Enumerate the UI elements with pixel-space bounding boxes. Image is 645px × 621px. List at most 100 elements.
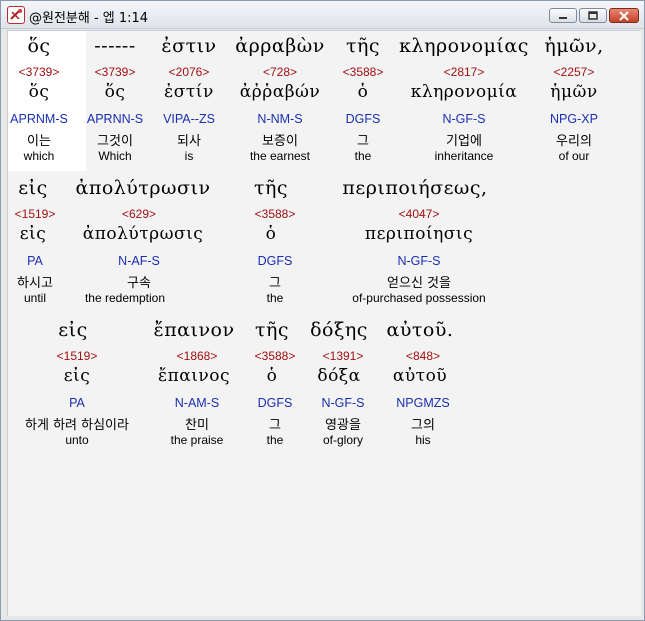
strong-number[interactable]: <3739> bbox=[95, 65, 136, 79]
greek-word[interactable]: εἰς bbox=[18, 177, 47, 199]
parsing-code: N-GF-S bbox=[397, 254, 441, 268]
greek-word[interactable]: δόξης bbox=[310, 319, 368, 341]
english-gloss: of-glory bbox=[322, 433, 364, 447]
korean-gloss: 영광을 bbox=[325, 418, 361, 433]
korean-gloss: 하게 하려 하심이라 bbox=[25, 418, 129, 433]
korean-gloss: 기업에 bbox=[446, 134, 482, 149]
parsing-code: DGFS bbox=[257, 254, 293, 268]
strong-number[interactable]: <1391> bbox=[323, 349, 364, 363]
korean-gloss: 우리의 bbox=[556, 134, 592, 149]
minimize-button[interactable] bbox=[549, 8, 577, 23]
parsing-code: DGFS bbox=[345, 112, 381, 126]
english-gloss: the redemption bbox=[84, 291, 166, 305]
korean-gloss: 그것이 bbox=[97, 134, 133, 149]
lemma: ἐστίν bbox=[164, 82, 214, 102]
app-window: @원전분해 - 엡 1:14 ὅς <3739> ὅς APRNM-S 이는 w… bbox=[0, 0, 645, 621]
lemma: ἔπαινος bbox=[157, 366, 231, 386]
maximize-button[interactable] bbox=[579, 8, 607, 23]
korean-gloss: 하시고 bbox=[17, 276, 53, 291]
korean-gloss: 그 bbox=[357, 134, 369, 149]
english-gloss: Which bbox=[98, 149, 132, 163]
greek-word[interactable]: εἰς bbox=[58, 319, 87, 341]
korean-gloss: 그 bbox=[269, 418, 281, 433]
lemma: εἰς bbox=[63, 366, 91, 386]
parsing-code: DGFS bbox=[257, 396, 293, 410]
lemma: ἡμῶν bbox=[550, 82, 598, 102]
english-gloss: the earnest bbox=[249, 149, 311, 163]
strong-number[interactable]: <728> bbox=[263, 65, 297, 79]
maximize-icon bbox=[588, 11, 598, 20]
greek-word[interactable]: ἡμῶν, bbox=[544, 35, 603, 57]
english-gloss: the bbox=[266, 433, 284, 447]
strong-number[interactable]: <2817> bbox=[444, 65, 485, 79]
app-logo-icon bbox=[7, 6, 25, 24]
parsing-code: N-NM-S bbox=[257, 112, 303, 126]
greek-word[interactable]: ἐστιν bbox=[161, 35, 216, 57]
parsing-code: N-GF-S bbox=[442, 112, 486, 126]
parsing-code: NPGMZS bbox=[396, 396, 450, 410]
strong-number[interactable]: <848> bbox=[406, 349, 440, 363]
lemma: ὅς bbox=[104, 82, 126, 102]
korean-gloss: 보증이 bbox=[262, 134, 298, 149]
greek-word[interactable]: ἀπολύτρωσιν bbox=[76, 177, 211, 199]
english-gloss: of our bbox=[558, 149, 590, 163]
greek-word[interactable]: αὐτοῦ. bbox=[387, 319, 454, 341]
title-bar[interactable]: @원전분해 - 엡 1:14 bbox=[1, 1, 644, 29]
close-button[interactable] bbox=[609, 8, 639, 23]
strong-number[interactable]: <3588> bbox=[343, 65, 384, 79]
strong-number[interactable]: <3588> bbox=[255, 349, 296, 363]
close-icon bbox=[619, 11, 629, 21]
greek-word[interactable]: ------ bbox=[94, 35, 136, 57]
korean-gloss: 그 bbox=[269, 276, 281, 291]
greek-word[interactable]: τῆς bbox=[255, 319, 289, 341]
korean-gloss: 찬미 bbox=[185, 418, 209, 433]
greek-word[interactable]: τῆς bbox=[254, 177, 288, 199]
english-gloss: the bbox=[266, 291, 284, 305]
english-gloss: inheritance bbox=[434, 149, 494, 163]
strong-number[interactable]: <629> bbox=[122, 207, 156, 221]
english-gloss: the bbox=[354, 149, 372, 163]
strong-number[interactable]: <1519> bbox=[15, 207, 56, 221]
parsing-code: N-AM-S bbox=[174, 396, 220, 410]
strong-number[interactable]: <4047> bbox=[399, 207, 440, 221]
greek-word[interactable]: κληρονομίας bbox=[399, 35, 529, 57]
lemma: ὅς bbox=[28, 82, 50, 102]
korean-gloss: 구속 bbox=[127, 276, 151, 291]
english-gloss: his bbox=[415, 433, 431, 447]
korean-gloss: 그의 bbox=[411, 418, 435, 433]
strong-number[interactable]: <1868> bbox=[177, 349, 218, 363]
strong-number[interactable]: <3588> bbox=[255, 207, 296, 221]
parsing-code: N-GF-S bbox=[321, 396, 365, 410]
strong-number[interactable]: <3739> bbox=[19, 65, 60, 79]
english-gloss: is bbox=[184, 149, 194, 163]
lemma: αὐτοῦ bbox=[392, 366, 448, 386]
lemma: ὁ bbox=[266, 366, 278, 386]
english-gloss: the praise bbox=[170, 433, 224, 447]
strong-number[interactable]: <2257> bbox=[554, 65, 595, 79]
korean-gloss: 얻으신 것을 bbox=[387, 276, 451, 291]
parsing-code: APRNN-S bbox=[86, 112, 144, 126]
parsing-code: VIPA--ZS bbox=[163, 112, 215, 126]
lemma: ἀῤῥαβών bbox=[239, 82, 321, 102]
parsing-code: NPG-XP bbox=[550, 112, 598, 126]
greek-word[interactable]: τῆς bbox=[346, 35, 380, 57]
lemma: κληρονομία bbox=[410, 82, 518, 102]
lemma: ἀπολύτρωσις bbox=[82, 224, 204, 244]
korean-gloss: 이는 bbox=[27, 134, 51, 149]
lemma: περιποίησις bbox=[364, 224, 474, 244]
parsing-panel: ὅς <3739> ὅς APRNM-S 이는 which ------ <37… bbox=[7, 30, 641, 616]
parsing-code: APRNM-S bbox=[10, 112, 68, 126]
english-gloss: of-purchased possession bbox=[352, 291, 486, 305]
strong-number[interactable]: <1519> bbox=[57, 349, 98, 363]
strong-number[interactable]: <2076> bbox=[169, 65, 210, 79]
parsing-code: N-AF-S bbox=[118, 254, 160, 268]
greek-word[interactable]: ὅς bbox=[27, 35, 50, 57]
english-gloss: which bbox=[23, 149, 55, 163]
greek-word[interactable]: περιποιήσεως, bbox=[342, 177, 487, 199]
lemma: εἰς bbox=[19, 224, 47, 244]
minimize-icon bbox=[559, 17, 567, 19]
greek-word[interactable]: ἔπαινον bbox=[153, 319, 234, 341]
english-gloss: unto bbox=[65, 433, 89, 447]
greek-word[interactable]: ἀρραβὼν bbox=[235, 35, 325, 57]
window-title: @원전분해 - 엡 1:14 bbox=[29, 11, 149, 26]
